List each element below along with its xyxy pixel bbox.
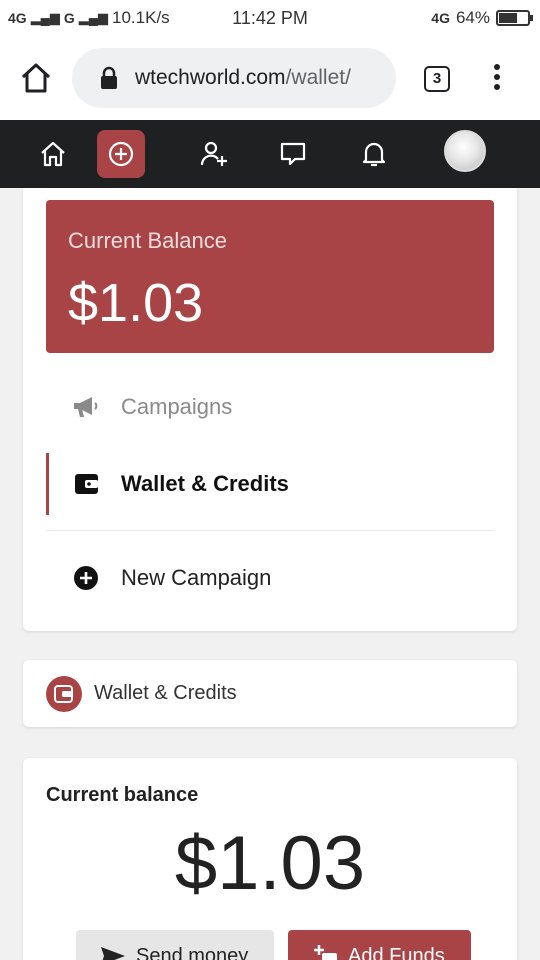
send-money-label: Send money xyxy=(136,944,249,960)
plus-circle-icon xyxy=(108,141,134,167)
bell-icon xyxy=(362,142,386,167)
sidebar-item-label: New Campaign xyxy=(121,565,272,590)
avatar[interactable] xyxy=(444,130,486,172)
url-domain: wtechworld.com xyxy=(135,66,286,89)
battery-icon xyxy=(496,10,533,26)
balance-amount: $1.03 xyxy=(68,273,204,333)
battery-fill xyxy=(499,13,517,23)
url-text: wtechworld.com/wallet/ xyxy=(135,66,351,90)
wallet-icon xyxy=(54,685,73,703)
status-bar: 4G ▂▄▆ G ▂▄▆ 10.1K/s 11:42 PM 4G 64% xyxy=(0,0,540,36)
nav-add-user[interactable] xyxy=(190,130,238,178)
nav-home[interactable] xyxy=(29,130,77,178)
home-icon xyxy=(21,63,51,93)
menu-dot xyxy=(494,84,500,90)
wallet-badge xyxy=(46,676,82,712)
sidebar-item-label: Campaigns xyxy=(121,394,233,419)
section-title: Wallet & Credits xyxy=(94,682,237,704)
sidebar-item-new-campaign[interactable]: New Campaign xyxy=(46,543,494,613)
browser-home-button[interactable] xyxy=(18,60,54,96)
menu-dot xyxy=(494,64,500,70)
section-header-card: Wallet & Credits xyxy=(23,660,517,727)
sidebar-item-campaigns[interactable]: Campaigns xyxy=(46,372,494,442)
nav-create[interactable] xyxy=(97,130,145,178)
browser-toolbar: wtechworld.com/wallet/ 3 xyxy=(0,36,540,120)
send-icon xyxy=(101,947,125,960)
url-path: /wallet/ xyxy=(285,66,351,89)
megaphone-icon xyxy=(74,397,98,417)
menu-dot xyxy=(494,74,500,80)
battery-percent: 64% xyxy=(455,8,490,27)
browser-menu-button[interactable] xyxy=(490,64,504,94)
message-icon xyxy=(280,142,306,166)
send-money-button[interactable]: Send money xyxy=(76,930,274,960)
sidebar-item-label: Wallet & Credits xyxy=(121,471,289,496)
sidebar-item-wallet[interactable]: Wallet & Credits xyxy=(46,453,494,515)
lock-icon xyxy=(101,66,117,89)
user-plus-icon xyxy=(200,141,227,166)
wallet-panel: Current balance $1.03 Send money Add Fun… xyxy=(23,758,517,960)
tab-switcher-button[interactable]: 3 xyxy=(424,66,450,92)
divider xyxy=(46,530,494,531)
add-funds-label: Add Funds xyxy=(348,944,445,960)
status-right: 4G 64% xyxy=(431,8,533,28)
wallet-icon xyxy=(75,474,98,494)
add-funds-icon xyxy=(314,945,337,960)
network-indicator-right: 4G xyxy=(431,10,450,26)
nav-notifications[interactable] xyxy=(350,130,398,178)
add-funds-button[interactable]: Add Funds xyxy=(288,930,471,960)
plus-circle-icon xyxy=(74,566,98,590)
nav-messages[interactable] xyxy=(269,130,317,178)
wallet-amount: $1.03 xyxy=(174,821,366,906)
balance-banner: Current Balance $1.03 xyxy=(46,200,494,353)
wallet-heading: Current balance xyxy=(46,784,199,806)
home-icon xyxy=(41,141,65,167)
address-bar[interactable]: wtechworld.com/wallet/ xyxy=(72,48,396,108)
balance-label: Current Balance xyxy=(68,228,227,253)
